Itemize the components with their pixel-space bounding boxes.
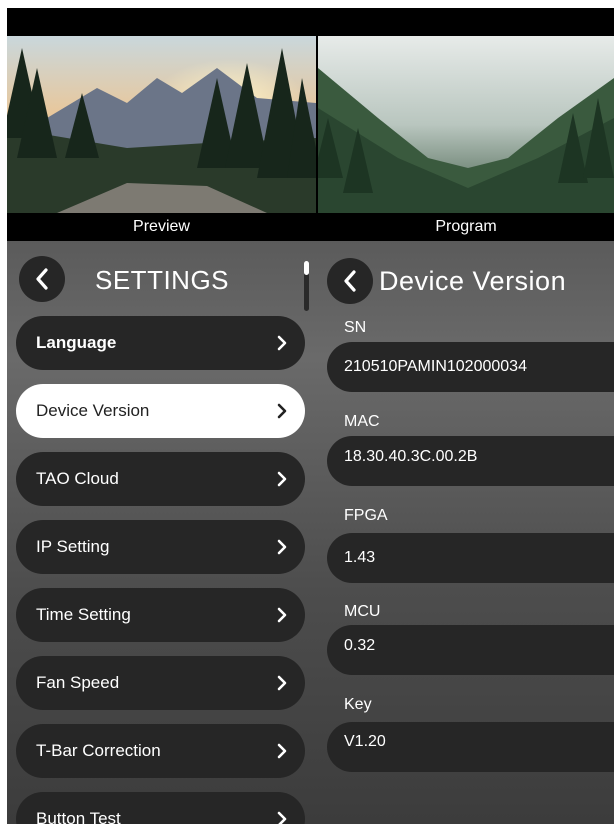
field-label-mac: MAC [344, 413, 380, 430]
device-screen: Preview Program SETTINGS Language Device… [7, 8, 614, 824]
field-value-sn: 210510PAMIN102000034 [327, 342, 614, 392]
field-value-text: 18.30.40.3C.00.2B [344, 448, 478, 465]
menu-item-label: Fan Speed [36, 673, 120, 692]
field-label-mcu: MCU [344, 603, 381, 620]
chevron-right-icon [277, 403, 287, 419]
field-value-text: 0.32 [344, 637, 376, 654]
settings-panel: SETTINGS Language Device Version TAO Clo… [7, 241, 614, 824]
menu-item-device-version[interactable]: Device Version [16, 384, 305, 438]
field-value-text: 210510PAMIN102000034 [344, 358, 527, 375]
menu-item-tao-cloud[interactable]: TAO Cloud [16, 452, 305, 506]
settings-back-button[interactable] [19, 256, 65, 302]
preview-image [7, 8, 316, 213]
field-value-fpga: 1.43 [327, 533, 614, 583]
chevron-left-icon [36, 268, 48, 290]
menu-item-label: Time Setting [36, 605, 131, 624]
program-monitor[interactable]: Program [318, 8, 614, 241]
field-value-text: V1.20 [344, 733, 386, 750]
preview-label: Preview [7, 213, 316, 241]
menu-item-label: TAO Cloud [36, 469, 119, 488]
program-label: Program [318, 213, 614, 241]
field-value-mac: 18.30.40.3C.00.2B [327, 436, 614, 486]
menu-item-time-setting[interactable]: Time Setting [16, 588, 305, 642]
field-value-text: 1.43 [344, 549, 376, 566]
monitor-area: Preview Program [7, 8, 614, 241]
chevron-right-icon [277, 675, 287, 691]
chevron-right-icon [277, 607, 287, 623]
menu-item-label: T-Bar Correction [36, 741, 161, 760]
settings-title: SETTINGS [95, 265, 230, 295]
chevron-right-icon [277, 539, 287, 555]
chevron-right-icon [277, 743, 287, 759]
program-image [318, 8, 614, 213]
device-version-back-button[interactable] [327, 258, 373, 304]
menu-item-label: IP Setting [36, 537, 110, 556]
chevron-right-icon [277, 811, 287, 824]
chevron-right-icon [277, 471, 287, 487]
field-label-key: Key [344, 696, 372, 713]
menu-item-label: Device Version [36, 401, 150, 420]
menu-item-t-bar-correction[interactable]: T-Bar Correction [16, 724, 305, 778]
device-version-title: Device Version [379, 266, 567, 296]
menu-item-ip-setting[interactable]: IP Setting [16, 520, 305, 574]
menu-item-language[interactable]: Language [16, 316, 305, 370]
menu-item-label: Language [36, 333, 117, 352]
menu-item-label: Button Test [36, 809, 121, 824]
scrollbar-thumb[interactable] [304, 261, 309, 275]
preview-monitor[interactable]: Preview [7, 8, 316, 241]
field-label-sn: SN [344, 319, 367, 336]
field-value-key: V1.20 [327, 722, 614, 772]
menu-item-button-test[interactable]: Button Test [16, 792, 305, 824]
menu-item-fan-speed[interactable]: Fan Speed [16, 656, 305, 710]
field-label-fpga: FPGA [344, 507, 388, 524]
chevron-right-icon [277, 335, 287, 351]
chevron-left-icon [344, 270, 356, 292]
settings-scrollbar[interactable] [304, 261, 309, 311]
field-value-mcu: 0.32 [327, 625, 614, 675]
